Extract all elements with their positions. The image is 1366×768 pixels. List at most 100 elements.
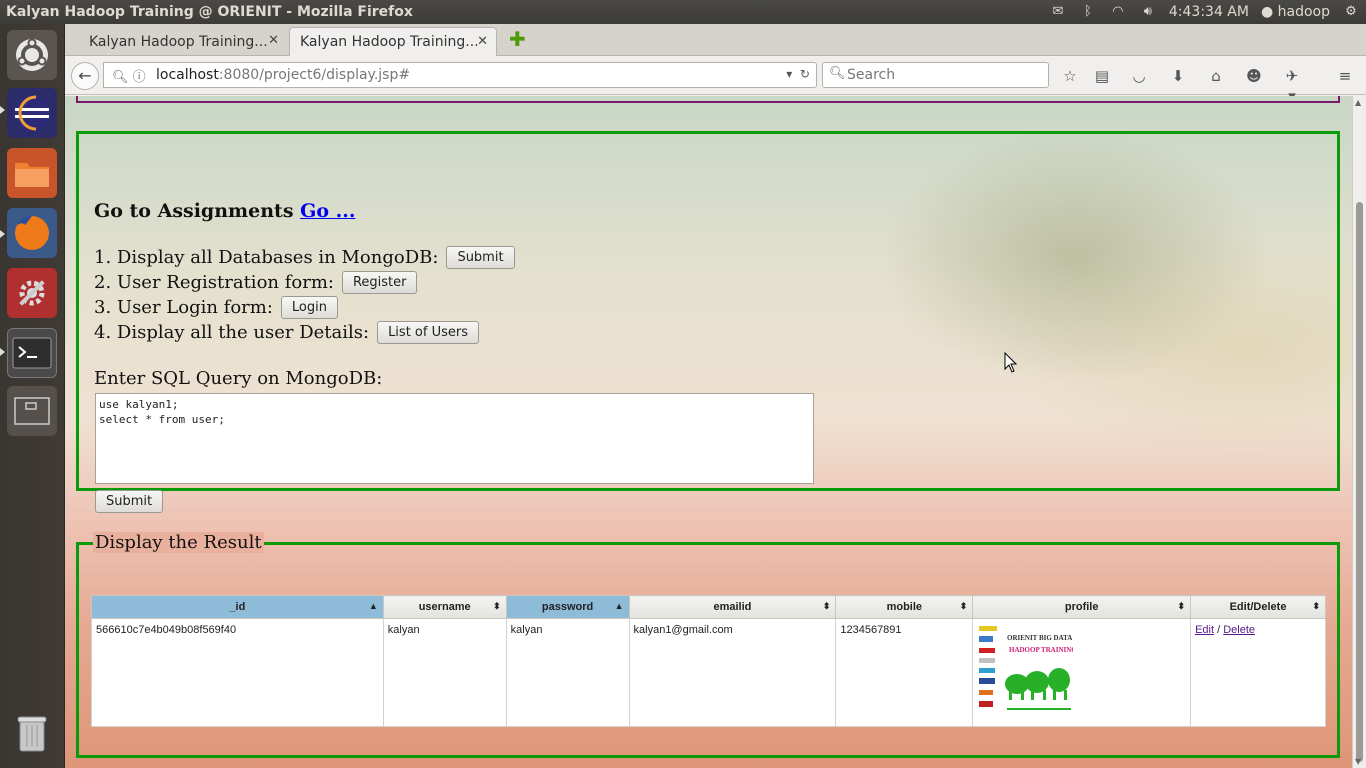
column-label: profile bbox=[1064, 601, 1099, 613]
extension-icon[interactable]: ✈▾ bbox=[1282, 66, 1302, 105]
column-label: _id bbox=[229, 601, 246, 613]
launcher-firefox[interactable] bbox=[7, 208, 57, 258]
profile-line-1: ORIENIT BIG DATA bbox=[1007, 634, 1072, 642]
wifi-icon[interactable]: ◠ bbox=[1109, 4, 1127, 20]
action-separator: / bbox=[1217, 624, 1221, 636]
register-button[interactable]: Register bbox=[341, 271, 418, 294]
main-fieldset: Go to Assignments Go ... 1. Display all … bbox=[76, 131, 1340, 513]
column-header-id[interactable]: _id ▲ bbox=[91, 595, 384, 619]
power-gear-icon[interactable]: ⚙ bbox=[1342, 4, 1360, 20]
mouse-cursor-icon bbox=[1004, 352, 1018, 373]
profile-image: ORIENIT BIG DATA HADOOP TRAINING bbox=[977, 624, 1078, 720]
volume-icon[interactable]: 🔊︎ bbox=[1139, 4, 1157, 20]
url-dropdown-reload-icon[interactable]: ▾ ↻ bbox=[786, 67, 810, 81]
hello-chat-icon[interactable]: ☻ bbox=[1244, 66, 1264, 86]
cell-id: 566610c7e4b049b08f569f40 bbox=[91, 618, 384, 727]
sort-both-icon: ⬍ bbox=[1177, 601, 1186, 611]
assignments-label: Go to Assignments bbox=[94, 200, 294, 222]
column-header-edit-delete[interactable]: Edit/Delete ⬍ bbox=[1190, 595, 1326, 619]
sql-query-label: Enter SQL Query on MongoDB: bbox=[94, 368, 383, 389]
search-placeholder: Search bbox=[847, 67, 896, 83]
user-name: hadoop bbox=[1277, 4, 1330, 20]
launcher-terminal[interactable] bbox=[7, 328, 57, 378]
login-button[interactable]: Login bbox=[280, 296, 338, 319]
cell-emailid: kalyan1@gmail.com bbox=[628, 618, 837, 727]
assignments-go-link[interactable]: Go ... bbox=[300, 200, 355, 222]
user-menu[interactable]: ● hadoop bbox=[1261, 4, 1330, 20]
column-label: Edit/Delete bbox=[1229, 601, 1287, 613]
firefox-icon bbox=[14, 216, 49, 250]
column-label: username bbox=[418, 601, 471, 613]
results-table: _id ▲ username ⬍ password ▲ emailid ⬍ mobile… bbox=[91, 595, 1326, 727]
terminal-icon bbox=[12, 337, 52, 369]
display-databases-submit-button[interactable]: Submit bbox=[446, 246, 515, 269]
column-label: emailid bbox=[713, 601, 752, 613]
bluetooth-icon[interactable]: ᛒ bbox=[1079, 4, 1097, 20]
list-of-users-button[interactable]: List of Users bbox=[377, 321, 479, 344]
eclipse-icon bbox=[14, 95, 50, 131]
launcher-settings[interactable] bbox=[7, 268, 57, 318]
trash-icon bbox=[17, 716, 47, 752]
column-header-emailid[interactable]: emailid ⬍ bbox=[628, 595, 837, 619]
back-arrow-icon: ← bbox=[78, 66, 92, 85]
mail-icon[interactable]: ✉ bbox=[1049, 4, 1067, 20]
launcher-trash[interactable] bbox=[7, 708, 57, 758]
column-label: password bbox=[541, 601, 594, 613]
reading-list-icon[interactable]: ▤ bbox=[1092, 66, 1112, 86]
launcher-running-indicator bbox=[0, 106, 5, 114]
search-input[interactable]: 🔍︎ Search bbox=[822, 62, 1049, 88]
close-tab-icon[interactable]: ✕ bbox=[268, 33, 279, 48]
launcher-files[interactable] bbox=[7, 148, 57, 198]
menu-hamburger-icon[interactable]: ≡ bbox=[1335, 66, 1355, 86]
scroll-up-icon[interactable]: ▲ bbox=[1355, 98, 1361, 107]
tab-2[interactable]: Kalyan Hadoop Training... ✕ bbox=[289, 27, 497, 56]
tab-bar: Kalyan Hadoop Training... ✕ Kalyan Hadoo… bbox=[65, 24, 1366, 56]
launcher-workspaces[interactable] bbox=[7, 386, 57, 436]
url-host: localhost bbox=[156, 67, 219, 83]
column-header-profile[interactable]: profile ⬍ bbox=[972, 595, 1192, 619]
cell-profile: ORIENIT BIG DATA HADOOP TRAINING bbox=[972, 618, 1192, 727]
search-icon: 🔍︎ bbox=[829, 66, 846, 81]
new-tab-icon[interactable]: ✚ bbox=[509, 29, 529, 49]
menu-item-text: 2. User Registration form: bbox=[94, 272, 334, 293]
column-header-mobile[interactable]: mobile ⬍ bbox=[835, 595, 974, 619]
column-header-password[interactable]: password ▲ bbox=[505, 595, 630, 619]
back-button[interactable]: ← bbox=[71, 62, 99, 90]
home-icon[interactable]: ⌂ bbox=[1206, 66, 1226, 86]
orienit-logo-image: ORIENIT BIG DATA HADOOP TRAINING bbox=[977, 624, 1078, 720]
menu-item-databases: 1. Display all Databases in MongoDB: Sub… bbox=[94, 246, 515, 269]
table-row: 566610c7e4b049b08f569f40 kalyan kalyan k… bbox=[91, 618, 1326, 727]
nav-bar: ← 🔍︎ ⓘ localhost:8080/project6/display.j… bbox=[65, 57, 1366, 105]
bookmark-star-icon[interactable]: ☆ bbox=[1060, 66, 1080, 86]
url-bar[interactable]: 🔍︎ ⓘ localhost:8080/project6/display.jsp… bbox=[103, 62, 817, 88]
delete-link[interactable]: Delete bbox=[1223, 624, 1255, 636]
menu-item-registration: 2. User Registration form: Register bbox=[94, 271, 418, 294]
cell-password: kalyan bbox=[505, 618, 630, 727]
user-icon: ● bbox=[1260, 4, 1274, 20]
cell-username: kalyan bbox=[382, 618, 507, 727]
launcher-eclipse[interactable] bbox=[7, 88, 57, 138]
scrollbar-thumb[interactable] bbox=[1356, 202, 1363, 762]
launcher-dash[interactable] bbox=[7, 30, 57, 80]
sort-asc-icon: ▲ bbox=[614, 601, 624, 611]
table-header-row: _id ▲ username ⬍ password ▲ emailid ⬍ mobile… bbox=[91, 595, 1326, 619]
page-viewport: Go to Assignments Go ... 1. Display all … bbox=[65, 96, 1352, 768]
top-panel: Kalyan Hadoop Training @ ORIENIT - Mozil… bbox=[0, 0, 1366, 24]
tab-1[interactable]: Kalyan Hadoop Training... ✕ bbox=[65, 27, 287, 56]
tab-label: Kalyan Hadoop Training... bbox=[89, 33, 268, 50]
column-header-username[interactable]: username ⬍ bbox=[382, 595, 507, 619]
ubuntu-logo-icon bbox=[16, 38, 48, 71]
sql-query-textarea[interactable]: use kalyan1; select * from user; bbox=[95, 393, 814, 484]
close-tab-icon[interactable]: ✕ bbox=[477, 34, 488, 49]
pocket-icon[interactable]: ◡ bbox=[1129, 66, 1149, 86]
downloads-icon[interactable]: ⬇ bbox=[1168, 66, 1188, 86]
edit-link[interactable]: Edit bbox=[1195, 624, 1214, 636]
menu-item-text: 4. Display all the user Details: bbox=[94, 322, 370, 343]
cell-actions: Edit / Delete bbox=[1190, 618, 1326, 727]
identity-icon[interactable]: 🔍︎ ⓘ bbox=[112, 66, 146, 85]
page-scrollbar[interactable]: ▲ ▼ bbox=[1352, 96, 1366, 768]
scroll-down-icon[interactable]: ▼ bbox=[1355, 757, 1361, 766]
system-settings-icon bbox=[19, 280, 45, 306]
sql-submit-button[interactable]: Submit bbox=[95, 490, 164, 513]
clock[interactable]: 4:43:34 AM bbox=[1169, 4, 1249, 20]
